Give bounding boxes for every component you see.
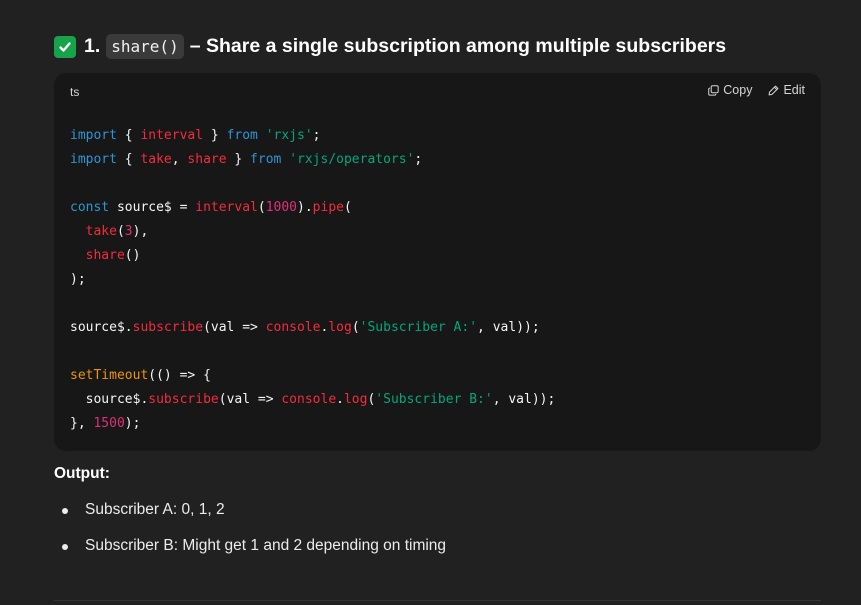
code-content: import { interval } from 'rxjs'; import … (70, 124, 555, 436)
copy-button[interactable]: Copy (708, 83, 752, 97)
chat-message: 1. share() – Share a single subscription… (0, 0, 861, 605)
code-line: setTimeout(() => { (70, 368, 211, 383)
inline-code: share() (106, 34, 184, 59)
code-line: import { interval } from 'rxjs'; (70, 128, 321, 143)
code-block: ts Copy Edit import {interval} from 'r… (54, 73, 821, 451)
edit-label: Edit (783, 83, 805, 97)
output-label: Output: (54, 465, 110, 482)
divider (54, 600, 821, 601)
output-list: Subscriber A: 0, 1, 2 Subscriber B: Migh… (54, 498, 446, 570)
output-item: Subscriber A: 0, 1, 2 (54, 498, 446, 522)
heading-text: – Share a single subscription among mult… (189, 35, 727, 57)
code-line: take(3), (85, 224, 149, 239)
copy-label: Copy (723, 83, 753, 97)
check-mark-icon (54, 35, 76, 58)
code-line: share() (85, 248, 141, 263)
heading-number: 1. (84, 35, 101, 57)
output-item: Subscriber B: Might get 1 and 2 dependin… (54, 534, 446, 558)
code-line: import { take, share } from 'rxjs/operat… (70, 152, 423, 167)
copy-icon (708, 84, 719, 96)
code-actions: Copy Edit (708, 83, 805, 97)
section-heading: 1. share() – Share a single subscription… (54, 34, 726, 59)
code-line: ); (70, 272, 86, 287)
code-line: }, 1500); (70, 416, 141, 431)
code-line: const source$ = interval(1000).pipe( (70, 200, 352, 215)
code-language-label: ts (70, 85, 80, 99)
code-line: source$.subscribe(val => console.log('Su… (85, 392, 556, 407)
code-line: source$.subscribe(val => console.log('Su… (70, 320, 540, 335)
edit-button[interactable]: Edit (768, 83, 805, 97)
pencil-icon (768, 85, 779, 96)
